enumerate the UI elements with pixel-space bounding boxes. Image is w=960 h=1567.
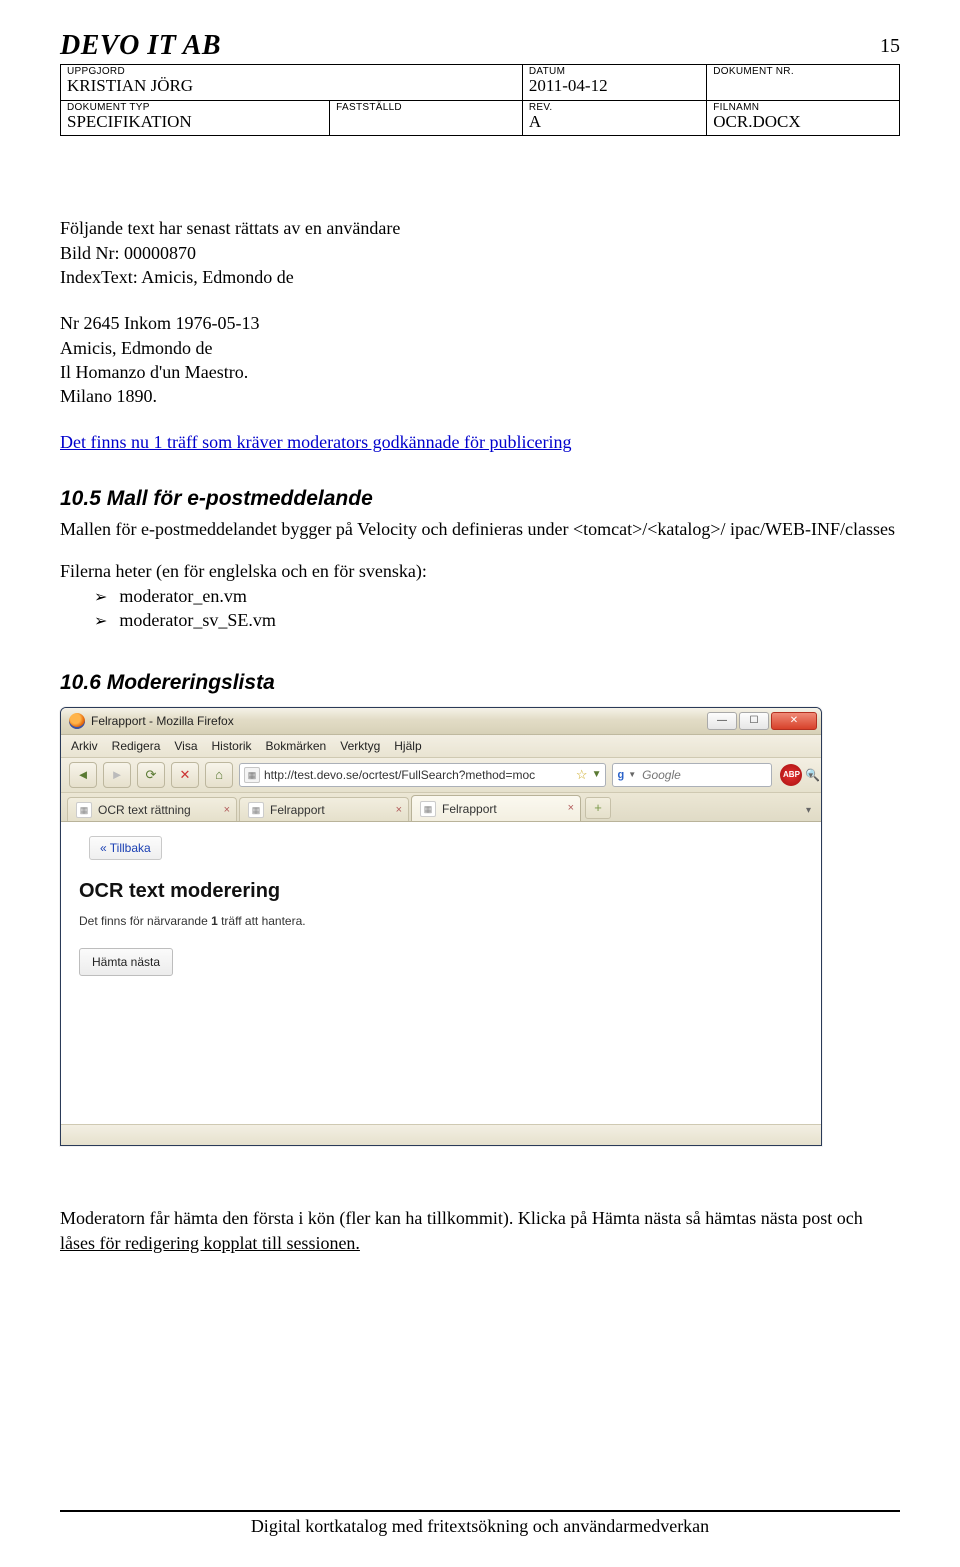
menu-item[interactable]: Verktyg [340, 738, 380, 754]
document-header-table: UPPGJORD KRISTIAN JÖRG DATUM 2011-04-12 … [60, 64, 900, 136]
filnamn-value: OCR.DOCX [713, 113, 893, 132]
intro-text: Följande text har senast rättats av en a… [60, 216, 900, 240]
reload-button[interactable]: ⟳ [137, 762, 165, 788]
menu-item[interactable]: Bokmärken [266, 738, 327, 754]
tabs-overflow-icon[interactable]: ▾ [806, 804, 815, 822]
tab-strip: ▦ OCR text rättning × ▦ Felrapport × ▦ F… [61, 793, 821, 822]
page-content: « Tillbaka OCR text moderering Det finns… [61, 822, 821, 1124]
tab-close-icon[interactable]: × [568, 801, 574, 816]
page-footer: Digital kortkatalog med fritextsökning o… [60, 1510, 900, 1537]
close-button[interactable]: ✕ [771, 712, 817, 730]
doktyp-value: SPECIFIKATION [67, 113, 323, 132]
menu-item[interactable]: Redigera [112, 738, 161, 754]
menu-item[interactable]: Visa [174, 738, 197, 754]
history-dropdown-icon[interactable]: ▼ [592, 768, 602, 782]
new-tab-button[interactable]: + [585, 797, 611, 819]
menu-item[interactable]: Arkiv [71, 738, 98, 754]
tab-label: Felrapport [270, 802, 325, 818]
file-item: moderator_sv_SE.vm [94, 608, 900, 633]
back-link[interactable]: « Tillbaka [89, 836, 162, 860]
tab-favicon: ▦ [420, 801, 436, 817]
ref-line: Il Homanzo d'un Maestro. [60, 360, 900, 384]
tab-label: OCR text rättning [98, 802, 191, 818]
ref-line: Amicis, Edmondo de [60, 336, 900, 360]
browser-tab[interactable]: ▦ Felrapport × [239, 797, 409, 821]
status-bar [61, 1124, 821, 1145]
browser-tab[interactable]: ▦ OCR text rättning × [67, 797, 237, 821]
uppgjord-value: KRISTIAN JÖRG [67, 77, 516, 96]
page-number: 15 [880, 35, 900, 58]
tab-close-icon[interactable]: × [396, 803, 402, 818]
heading-10-6: 10.6 Modereringslista [60, 669, 900, 697]
search-engine-dropdown-icon[interactable]: ▼ [628, 770, 636, 781]
fetch-next-button[interactable]: Hämta nästa [79, 948, 173, 976]
firefox-icon [69, 713, 85, 729]
rev-label: REV. [529, 102, 700, 113]
maximize-button[interactable]: ☐ [739, 712, 769, 730]
datum-value: 2011-04-12 [529, 77, 700, 96]
p-10-5-a: Mallen för e-postmeddelandet bygger på V… [60, 517, 900, 541]
p-10-5-b: Filerna heter (en för englelska och en f… [60, 559, 900, 583]
ref-line: Milano 1890. [60, 384, 900, 408]
browser-screenshot: Felrapport - Mozilla Firefox — ☐ ✕ Arkiv… [60, 707, 822, 1146]
status-message: Det finns för närvarande 1 träff att han… [79, 913, 803, 929]
stop-button[interactable]: ✕ [171, 762, 199, 788]
moderation-link[interactable]: Det finns nu 1 träff som kräver moderato… [60, 432, 572, 452]
browser-tab-active[interactable]: ▦ Felrapport × [411, 795, 581, 821]
url-text: http://test.devo.se/ocrtest/FullSearch?m… [264, 767, 572, 783]
ref-line: Nr 2645 Inkom 1976-05-13 [60, 311, 900, 335]
abp-dropdown-icon[interactable]: ▾ [808, 769, 813, 781]
doknr-label: DOKUMENT NR. [713, 66, 893, 77]
tab-favicon: ▦ [248, 802, 264, 818]
heading-10-5: 10.5 Mall för e-postmeddelande [60, 485, 900, 513]
page-favicon: ▦ [244, 767, 260, 783]
index-line: IndexText: Amicis, Edmondo de [60, 265, 900, 289]
content-heading: OCR text moderering [79, 878, 803, 905]
company-name: DEVO IT AB [60, 30, 221, 61]
home-button[interactable]: ⌂ [205, 762, 233, 788]
menu-bar: Arkiv Redigera Visa Historik Bokmärken V… [61, 735, 821, 758]
tab-label: Felrapport [442, 801, 497, 817]
nav-toolbar: ◄ ► ⟳ ✕ ⌂ ▦ http://test.devo.se/ocrtest/… [61, 758, 821, 793]
forward-button[interactable]: ► [103, 762, 131, 788]
bild-line: Bild Nr: 00000870 [60, 241, 900, 265]
after-screenshot-text: Moderatorn får hämta den första i kön (f… [60, 1206, 900, 1255]
rev-value: A [529, 113, 700, 132]
faststalld-label: FASTSTÄLLD [336, 102, 516, 113]
file-item: moderator_en.vm [94, 584, 900, 609]
window-title: Felrapport - Mozilla Firefox [91, 713, 234, 729]
menu-item[interactable]: Historik [212, 738, 252, 754]
menu-item[interactable]: Hjälp [394, 738, 421, 754]
search-input[interactable] [640, 767, 801, 783]
address-bar[interactable]: ▦ http://test.devo.se/ocrtest/FullSearch… [239, 763, 606, 787]
search-bar[interactable]: g ▼ 🔍 [612, 763, 772, 787]
tab-close-icon[interactable]: × [224, 803, 230, 818]
google-icon: g [617, 768, 624, 782]
minimize-button[interactable]: — [707, 712, 737, 730]
window-titlebar: Felrapport - Mozilla Firefox — ☐ ✕ [61, 708, 821, 735]
back-button[interactable]: ◄ [69, 762, 97, 788]
tab-favicon: ▦ [76, 802, 92, 818]
bookmark-star-icon[interactable]: ☆ [576, 766, 588, 784]
